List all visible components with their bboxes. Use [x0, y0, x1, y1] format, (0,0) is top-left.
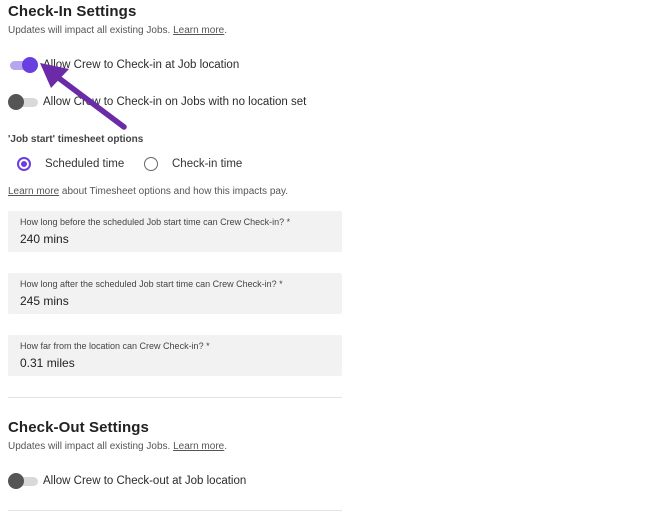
radio-scheduled-time[interactable]: Scheduled time: [17, 157, 124, 171]
checkin-after-value[interactable]: 245 mins: [20, 294, 330, 308]
checkin-before-field[interactable]: How long before the scheduled Job start …: [8, 211, 342, 252]
toggle-knob: [8, 94, 24, 110]
checkin-subtitle: Updates will impact all existing Jobs. L…: [8, 25, 227, 36]
timesheet-learn-more-link[interactable]: Learn more: [8, 186, 59, 197]
checkout-subtitle: Updates will impact all existing Jobs. L…: [8, 441, 227, 452]
radio-scheduled-time-label: Scheduled time: [45, 158, 125, 170]
checkout-job-location-label: Allow Crew to Check-out at Job location: [43, 475, 247, 487]
checkin-job-location-toggle[interactable]: [8, 57, 38, 73]
radio-checkin-time[interactable]: Check-in time: [144, 157, 242, 171]
arrow-annotation-icon: [40, 63, 127, 130]
checkin-after-label: How long after the scheduled Job start t…: [20, 279, 283, 289]
checkout-title: Check-Out Settings: [8, 419, 149, 436]
radio-unchecked-icon[interactable]: [144, 157, 158, 171]
timesheet-note: Learn more about Timesheet options and h…: [8, 186, 288, 197]
checkin-distance-value[interactable]: 0.31 miles: [20, 356, 330, 370]
checkout-learn-more-link[interactable]: Learn more: [173, 441, 224, 452]
checkin-before-label: How long before the scheduled Job start …: [20, 217, 291, 227]
section-divider: [8, 397, 342, 398]
toggle-knob: [8, 473, 24, 489]
section-divider: [8, 510, 342, 511]
checkin-subtitle-suffix: .: [224, 25, 227, 36]
timesheet-options-label: 'Job start' timesheet options: [8, 134, 144, 145]
radio-checkin-time-label: Check-in time: [172, 158, 243, 170]
timesheet-note-text: about Timesheet options and how this imp…: [59, 186, 288, 197]
radio-checked-icon[interactable]: [17, 157, 31, 171]
checkin-title: Check-In Settings: [8, 3, 137, 20]
checkin-distance-field[interactable]: How far from the location can Crew Check…: [8, 335, 342, 376]
checkin-distance-label: How far from the location can Crew Check…: [20, 341, 210, 351]
toggle-row-checkout-job-location: Allow Crew to Check-out at Job location: [8, 471, 246, 491]
checkin-learn-more-link[interactable]: Learn more: [173, 25, 224, 36]
checkin-subtitle-text: Updates will impact all existing Jobs.: [8, 25, 174, 36]
checkout-subtitle-text: Updates will impact all existing Jobs.: [8, 441, 174, 452]
checkin-before-value[interactable]: 240 mins: [20, 232, 330, 246]
checkin-no-location-toggle[interactable]: [8, 94, 38, 110]
checkout-job-location-toggle[interactable]: [8, 473, 38, 489]
checkin-after-field[interactable]: How long after the scheduled Job start t…: [8, 273, 342, 314]
checkout-subtitle-suffix: .: [224, 441, 227, 452]
